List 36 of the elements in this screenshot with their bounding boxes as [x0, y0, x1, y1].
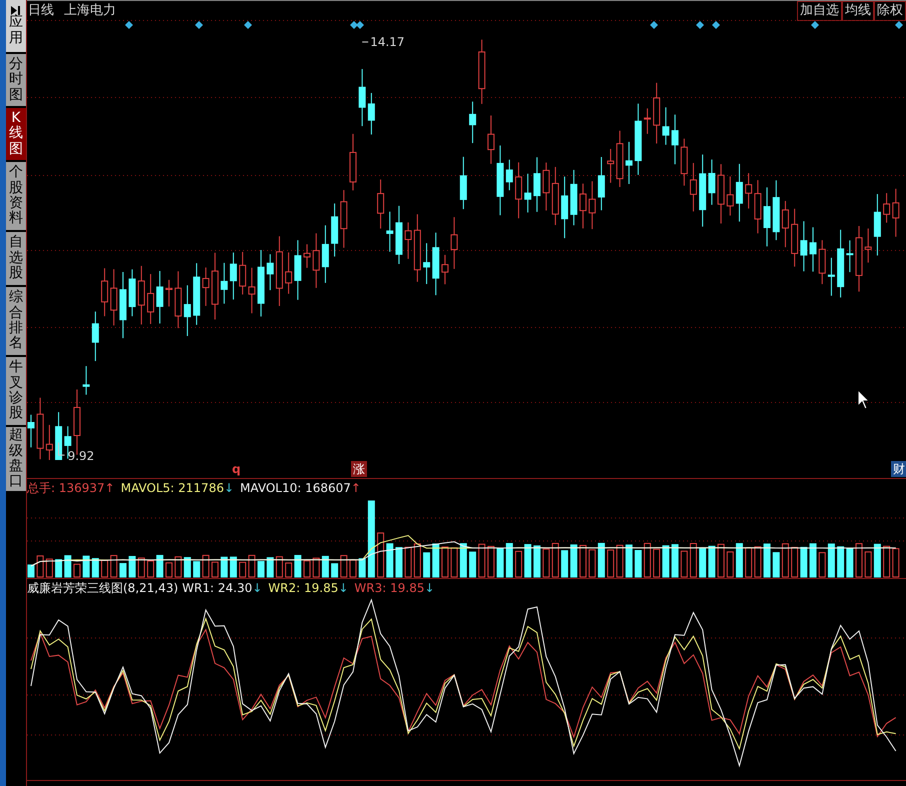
diamond-marker-icon [895, 21, 903, 29]
legend-value: WR3: 19.85↓ [354, 580, 435, 596]
legend-value: MAVOL10: 168607↑ [240, 480, 361, 496]
leader-line [58, 442, 66, 456]
sidebar-tab[interactable]: 应用 [6, 0, 26, 52]
sidebar-tab[interactable]: 超级盘口 [6, 427, 26, 491]
legend-value: MAVOL5: 211786↓ [120, 480, 234, 496]
diamond-marker-icon [244, 21, 252, 29]
toolbar-button[interactable]: 加自选 [797, 0, 842, 20]
stock-name: 上海电力 [64, 2, 116, 20]
low-price-label: 9.92 [68, 449, 94, 460]
indicator-title: 威廉岩芳荣三线图(8,21,43) [27, 580, 178, 596]
legend-value: WR2: 19.85↓ [268, 580, 348, 596]
cursor-icon [858, 388, 870, 410]
sidebar-tab[interactable]: 牛叉诊股 [6, 357, 26, 425]
diamond-marker-icon [712, 21, 720, 29]
sidebar-tab[interactable]: K线图 [6, 108, 26, 160]
diamond-marker-icon [650, 21, 658, 29]
legend-value: WR1: 24.30↓ [182, 580, 262, 596]
sidebar-tab[interactable]: 自选股 [6, 232, 26, 285]
toolbar-button[interactable]: 均线 [842, 0, 874, 20]
event-marker[interactable]: 涨 [351, 461, 367, 477]
high-price-label: 14.17 [370, 35, 405, 49]
sidebar-tab[interactable]: 个股资料 [6, 162, 26, 230]
diamond-marker-icon [696, 21, 704, 29]
toolbar-button[interactable]: 除权 [874, 0, 906, 20]
event-marker[interactable]: q [230, 461, 243, 477]
sidebar-tab[interactable]: 综合排名 [6, 287, 26, 355]
diamond-marker-icon [811, 21, 819, 29]
period-label: 日线 [28, 2, 54, 20]
legend-value: 总手: 136937↑ [27, 480, 115, 496]
sidebar-tab[interactable]: 分时图 [6, 54, 26, 106]
event-marker[interactable]: 财 [891, 461, 906, 477]
play-icon [11, 6, 21, 16]
diamond-marker-icon [125, 21, 133, 29]
diamond-marker-icon [195, 21, 203, 29]
